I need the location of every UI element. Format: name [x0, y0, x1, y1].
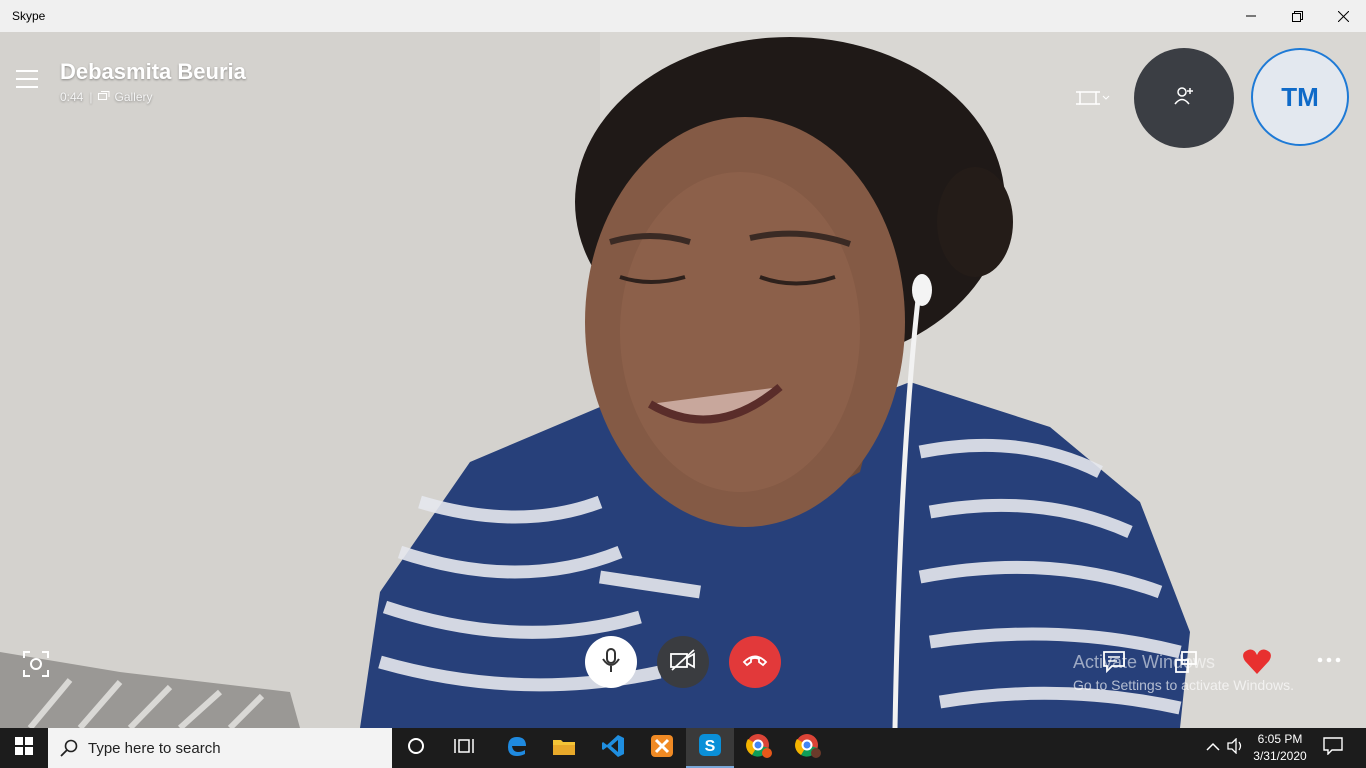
- taskbar-app-chrome-1[interactable]: [736, 728, 784, 768]
- screen-fit-button[interactable]: [1074, 88, 1114, 110]
- restore-button[interactable]: [1274, 0, 1320, 32]
- chrome-icon: [795, 733, 823, 764]
- chat-icon: [1102, 651, 1126, 678]
- close-button[interactable]: [1320, 0, 1366, 32]
- gallery-icon: [98, 90, 110, 104]
- taskbar-app-file-explorer[interactable]: [540, 728, 588, 768]
- camera-off-icon: [669, 648, 697, 676]
- vscode-icon: [601, 734, 625, 763]
- skype-icon: S: [698, 733, 722, 762]
- self-initials: TM: [1281, 81, 1319, 112]
- volume-icon: [1227, 736, 1245, 759]
- meta-separator: |: [89, 90, 93, 104]
- end-call-button[interactable]: [729, 636, 781, 688]
- minimize-button[interactable]: [1228, 0, 1274, 32]
- volume-button[interactable]: [1224, 728, 1248, 768]
- minimize-icon: [1246, 11, 1256, 21]
- mute-button[interactable]: [585, 636, 637, 688]
- task-view-button[interactable]: [440, 728, 488, 768]
- edge-icon: [505, 735, 527, 762]
- taskbar-search-box[interactable]: Type here to search: [48, 728, 392, 768]
- hamburger-icon: [14, 70, 38, 92]
- show-hidden-icons-button[interactable]: [1202, 728, 1224, 768]
- call-meta: 0:44 | Gallery: [60, 90, 153, 104]
- microphone-icon: [601, 647, 621, 678]
- close-icon: [1337, 10, 1349, 22]
- taskbar-app-chrome-2[interactable]: [785, 728, 833, 768]
- search-placeholder: Type here to search: [88, 739, 221, 757]
- heart-icon: [1242, 649, 1272, 680]
- folder-icon: [552, 736, 576, 761]
- window-title: Skype: [12, 9, 46, 23]
- self-avatar[interactable]: TM: [1251, 48, 1349, 146]
- remote-video-feed: Debasmita Beuria 0:44 | Gallery TM Activ…: [0, 32, 1366, 728]
- taskbar: Type here to search S 6:05 PM 3/31/2020: [0, 728, 1366, 768]
- taskbar-app-skype[interactable]: S: [686, 728, 734, 768]
- share-screen-button[interactable]: [1174, 650, 1200, 676]
- taskbar-app-xampp[interactable]: [638, 728, 686, 768]
- clock-time: 6:05 PM: [1257, 732, 1303, 746]
- task-view-icon: [454, 737, 474, 760]
- window-titlebar: Skype: [0, 0, 1366, 32]
- snapshot-button[interactable]: [22, 650, 50, 678]
- clock-date: 3/31/2020: [1253, 749, 1307, 763]
- snapshot-icon: [22, 651, 50, 682]
- video-toggle-button[interactable]: [657, 636, 709, 688]
- view-mode-button[interactable]: Gallery: [98, 90, 153, 104]
- svg-text:S: S: [705, 738, 716, 755]
- more-options-button[interactable]: [1316, 652, 1344, 672]
- windows-logo-icon: [15, 736, 33, 760]
- taskbar-app-vscode[interactable]: [589, 728, 637, 768]
- taskbar-clock[interactable]: 6:05 PM 3/31/2020: [1248, 731, 1312, 765]
- share-screen-icon: [1174, 651, 1198, 678]
- view-mode-label: Gallery: [114, 90, 153, 104]
- cortana-icon: [407, 737, 425, 760]
- reaction-button[interactable]: [1242, 648, 1274, 678]
- taskbar-app-edge[interactable]: [492, 728, 540, 768]
- chrome-icon: [746, 733, 774, 764]
- restore-icon: [1291, 10, 1303, 22]
- caller-name: Debasmita Beuria: [60, 59, 246, 84]
- start-button[interactable]: [0, 728, 48, 768]
- screen-fit-icon: [1074, 91, 1114, 114]
- more-dots-icon: [1316, 652, 1342, 669]
- menu-button[interactable]: [14, 68, 42, 92]
- search-icon: [60, 739, 78, 757]
- add-people-button[interactable]: [1134, 48, 1234, 148]
- action-center-button[interactable]: [1318, 728, 1348, 768]
- call-duration: 0:44: [60, 90, 84, 104]
- notification-icon: [1323, 736, 1343, 760]
- chevron-up-icon: [1206, 739, 1220, 757]
- chat-button[interactable]: [1102, 650, 1128, 676]
- hang-up-icon: [742, 653, 768, 672]
- add-person-icon: [1173, 86, 1195, 111]
- xampp-icon: [650, 734, 674, 763]
- cortana-button[interactable]: [392, 728, 440, 768]
